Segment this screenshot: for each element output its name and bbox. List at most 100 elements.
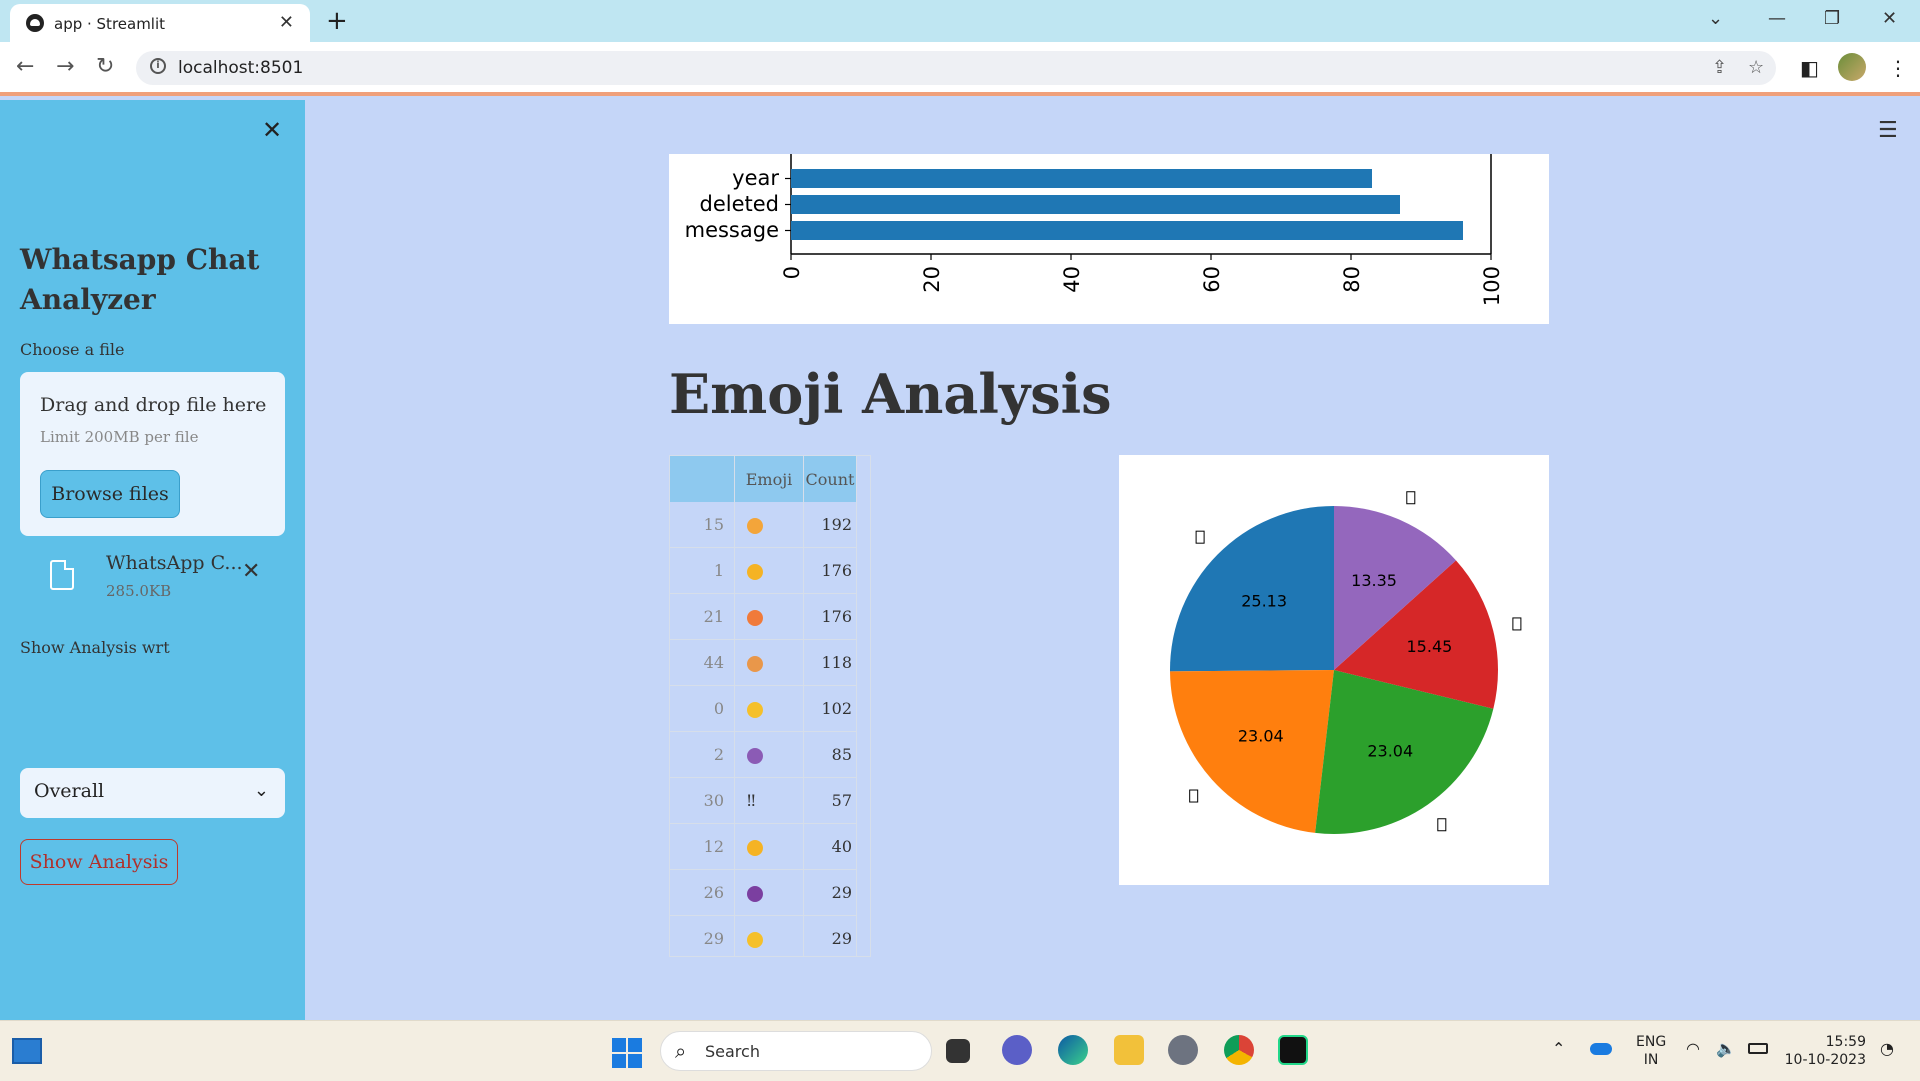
row-count: 57	[803, 777, 857, 824]
remove-file-icon[interactable]: ✕	[242, 559, 260, 584]
table-row[interactable]: 15 192	[670, 502, 857, 548]
site-info-icon[interactable]: i	[150, 58, 166, 74]
analysis-select-label: Show Analysis wrt	[20, 638, 170, 657]
row-count: 85	[803, 731, 857, 778]
tab-title: app · Streamlit	[54, 15, 166, 33]
x-tick-label: 60	[1200, 266, 1224, 293]
pie-slice-2	[1170, 670, 1334, 833]
widgets-icon[interactable]	[12, 1038, 42, 1064]
bar-chart-svg: messagedeletedyear 0 20 40 60 80 100	[685, 154, 1504, 306]
x-tick-label: 0	[780, 266, 804, 279]
task-view-icon[interactable]	[946, 1039, 970, 1063]
clock-date: 10-10-2023	[1784, 1052, 1866, 1068]
taskbar-search-text: Search	[705, 1042, 760, 1061]
row-index: 30	[670, 777, 735, 824]
url-text[interactable]: localhost:8501	[178, 58, 303, 78]
clock[interactable]: 15:59 10-10-2023	[1784, 1033, 1866, 1069]
chrome-icon[interactable]	[1224, 1035, 1254, 1065]
pie-value-label: 23.04	[1367, 742, 1413, 761]
new-tab-button[interactable]: +	[326, 6, 348, 36]
pycharm-icon[interactable]	[1278, 1035, 1308, 1065]
teams-icon[interactable]	[1002, 1035, 1032, 1065]
browser-tab[interactable]: app · Streamlit ✕	[10, 4, 310, 42]
bar-chart: message deleted year 0 20 40 60 80 100	[669, 154, 1549, 324]
show-analysis-button[interactable]: Show Analysis	[20, 839, 178, 885]
table-row[interactable]: 0 102	[670, 685, 857, 732]
row-emoji	[734, 547, 804, 594]
emoji-icon	[747, 931, 763, 948]
count-header[interactable]: Count	[803, 456, 857, 502]
close-window-button[interactable]: ✕	[1882, 8, 1897, 29]
edge-icon[interactable]	[1058, 1035, 1088, 1065]
bar-year	[791, 169, 1372, 188]
missing-glyph-emoji-label	[1437, 818, 1447, 832]
file-explorer-icon[interactable]	[1114, 1035, 1144, 1065]
start-icon[interactable]	[612, 1038, 642, 1068]
row-emoji: ‼	[734, 777, 804, 824]
emoji-header[interactable]: Emoji	[734, 456, 804, 502]
browser-tab-bar: app · Streamlit ✕ + ⌄ — ❐ ✕	[0, 0, 1920, 42]
file-dropzone[interactable]: Drag and drop file here Limit 200MB per …	[20, 372, 285, 536]
onedrive-icon[interactable]	[1590, 1043, 1612, 1055]
table-row[interactable]: 30 ‼ 57	[670, 777, 857, 824]
row-emoji	[734, 685, 804, 732]
table-header-row: Emoji Count	[670, 456, 857, 502]
back-button[interactable]: ←	[16, 54, 34, 79]
profile-avatar[interactable]	[1838, 53, 1866, 81]
chevron-down-icon: ⌄	[253, 780, 269, 801]
share-icon[interactable]: ⇪	[1712, 57, 1727, 78]
row-count: 176	[803, 593, 857, 640]
browser-menu-icon[interactable]: ⋮	[1888, 56, 1908, 80]
streamlit-menu-icon[interactable]: ☰	[1878, 118, 1898, 143]
notifications-icon[interactable]: ◔	[1880, 1039, 1894, 1058]
x-tick-label: 40	[1060, 266, 1084, 293]
row-emoji	[734, 731, 804, 778]
row-index: 15	[670, 502, 735, 548]
pie-value-label: 25.13	[1241, 592, 1287, 611]
missing-glyph-emoji-label	[1512, 617, 1522, 631]
pie-chart: 25.13 23.04 23.04 15.45 13.35	[1119, 455, 1549, 885]
taskbar-search[interactable]: ⌕ Search	[660, 1031, 932, 1071]
streamlit-favicon-icon	[26, 14, 44, 32]
forward-button[interactable]: →	[56, 54, 74, 79]
browse-files-button[interactable]: Browse files	[40, 470, 180, 518]
analysis-select[interactable]: Overall ⌄	[20, 768, 285, 818]
pie-value-label: 15.45	[1407, 637, 1453, 656]
tab-close-icon[interactable]: ✕	[279, 12, 294, 33]
row-index: 44	[670, 639, 735, 686]
row-index: 1	[670, 547, 735, 594]
sidebar-close-icon[interactable]: ✕	[262, 116, 282, 144]
table-row[interactable]: 2 85	[670, 731, 857, 778]
minimize-button[interactable]: —	[1768, 8, 1786, 29]
bookmark-star-icon[interactable]: ☆	[1748, 57, 1764, 78]
tab-search-icon[interactable]: ⌄	[1708, 8, 1723, 29]
emoji-icon	[747, 563, 763, 580]
pie-value-label: 23.04	[1238, 727, 1284, 746]
battery-icon[interactable]	[1748, 1043, 1768, 1054]
maximize-button[interactable]: ❐	[1824, 8, 1840, 29]
x-tick-label: 20	[920, 266, 944, 293]
bar-deleted	[791, 195, 1400, 214]
taskbar: ⌕ Search ⌃ ENG IN ◠ 🔈 15:59 10-10-2023 ◔	[0, 1020, 1920, 1081]
table-row[interactable]: 21 176	[670, 593, 857, 640]
wifi-icon[interactable]: ◠	[1686, 1039, 1700, 1058]
clock-time: 15:59	[1825, 1034, 1866, 1050]
settings-icon[interactable]	[1168, 1035, 1198, 1065]
show-hidden-icons[interactable]: ⌃	[1552, 1039, 1565, 1058]
volume-icon[interactable]: 🔈	[1716, 1039, 1736, 1058]
category-label: year	[732, 166, 779, 190]
row-emoji	[734, 915, 804, 956]
table-row[interactable]: 12 40	[670, 823, 857, 870]
table-row[interactable]: 26 29	[670, 869, 857, 916]
row-index: 21	[670, 593, 735, 640]
table-row[interactable]: 1 176	[670, 547, 857, 594]
address-bar[interactable]: i localhost:8501 ⇪ ☆	[136, 51, 1776, 85]
reload-button[interactable]: ↻	[96, 54, 114, 79]
table-row[interactable]: 29 29	[670, 915, 857, 956]
row-count: 102	[803, 685, 857, 732]
emoji-text: ‼	[747, 791, 756, 810]
emoji-dataframe[interactable]: Emoji Count 15 192 1 176 21 176 44 118 0 102 2 85 30…	[669, 455, 871, 957]
language-indicator[interactable]: ENG IN	[1636, 1033, 1666, 1069]
side-panel-icon[interactable]: ◧	[1800, 56, 1819, 80]
table-row[interactable]: 44 118	[670, 639, 857, 686]
